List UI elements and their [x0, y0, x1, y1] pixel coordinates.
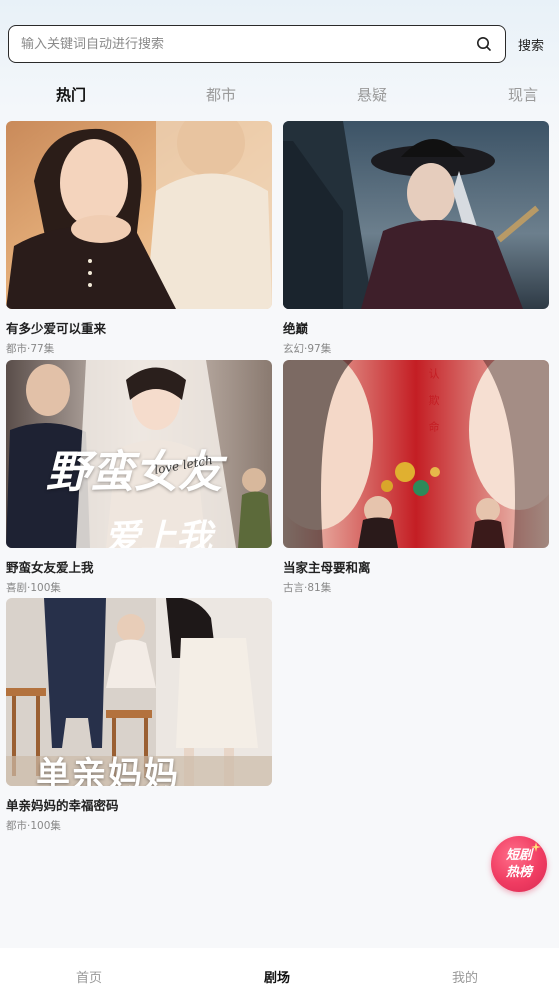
theater-page: 搜索 热门 都市 悬疑 现言: [0, 0, 559, 993]
search-button[interactable]: 搜索: [518, 35, 544, 54]
cover-vertical-text: 认 欺 命: [427, 368, 440, 438]
cover-title-art: 野蛮女友: [46, 447, 222, 498]
drama-card[interactable]: 有多少爱可以重来 都市·77集: [6, 121, 272, 356]
cover-title-art-line2: 爱上我: [104, 517, 213, 548]
tab-hot[interactable]: 热门: [56, 84, 86, 105]
drama-title: 绝巅: [283, 321, 309, 336]
drama-meta: 玄幻·97集: [283, 343, 332, 355]
sparkle-icon: [531, 842, 541, 852]
drama-cover[interactable]: 野蛮女友 爱上我 love letch: [6, 360, 272, 548]
drama-title: 单亲妈妈的幸福密码: [6, 798, 119, 813]
hot-list-badge[interactable]: 短剧 热榜: [491, 836, 547, 892]
tab-mystery[interactable]: 悬疑: [357, 84, 387, 105]
drama-meta: 古言·81集: [283, 582, 332, 594]
drama-title: 有多少爱可以重来: [6, 321, 107, 336]
cover-title-art: 单亲妈妈: [36, 755, 180, 786]
drama-title: 当家主母要和离: [283, 560, 371, 575]
drama-cover[interactable]: [6, 121, 272, 309]
tab-modern-romance[interactable]: 现言: [508, 84, 538, 105]
drama-title: 野蛮女友爱上我: [6, 560, 94, 575]
hot-badge-line1: 短剧: [505, 848, 532, 863]
drama-card[interactable]: 认 欺 命 当家主母要和离 古言·81集: [283, 360, 549, 595]
search-box[interactable]: [8, 25, 506, 63]
drama-meta: 都市·100集: [6, 820, 61, 832]
drama-meta: 喜剧·100集: [6, 582, 61, 594]
drama-card[interactable]: 单亲妈妈 单亲妈妈的幸福密码 都市·100集: [6, 598, 272, 833]
search-icon[interactable]: [475, 35, 493, 53]
bottom-nav: 首页 剧场 我的: [0, 948, 559, 993]
drama-card[interactable]: 绝巅 玄幻·97集: [283, 121, 549, 356]
nav-profile[interactable]: 我的: [452, 967, 478, 986]
drama-cover[interactable]: [283, 121, 549, 309]
drama-cover[interactable]: 单亲妈妈: [6, 598, 272, 786]
category-tabs: 热门 都市 悬疑 现言: [0, 80, 559, 108]
drama-card[interactable]: 野蛮女友 爱上我 love letch 野蛮女友爱上我 喜剧·100集: [6, 360, 272, 595]
drama-cover[interactable]: 认 欺 命: [283, 360, 549, 548]
hot-badge-line2: 热榜: [505, 865, 532, 880]
drama-meta: 都市·77集: [6, 343, 55, 355]
nav-theater[interactable]: 剧场: [264, 967, 290, 986]
search-bar: 搜索: [8, 25, 551, 63]
tab-urban[interactable]: 都市: [206, 84, 236, 105]
nav-home[interactable]: 首页: [76, 967, 102, 986]
search-input[interactable]: [21, 36, 441, 52]
